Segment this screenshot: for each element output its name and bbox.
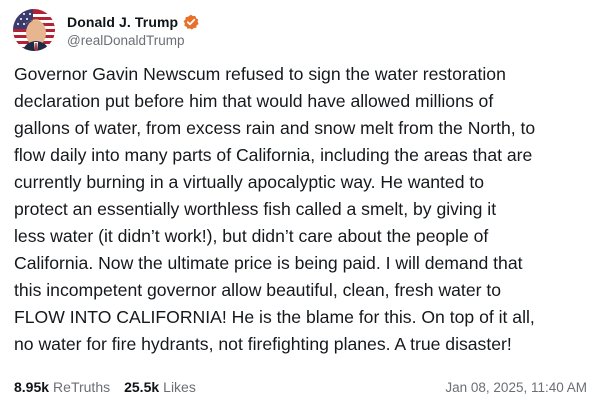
avatar-image [13,9,55,51]
post-body-line: California. Now the ultimate price is be… [14,253,523,273]
likes-stat[interactable]: 25.5k Likes [124,379,196,395]
post-body-line: Governor Gavin Newscum refused to sign t… [14,64,506,84]
author-names: Donald J. Trump @realDonaldTrump [67,12,199,48]
author-handle[interactable]: @realDonaldTrump [67,33,199,48]
post-timestamp[interactable]: Jan 08, 2025, 11:40 AM [445,380,587,395]
avatar[interactable] [13,9,55,51]
post-body-line: this incompetent governor allow beautifu… [14,280,502,300]
post-body-line: protect an essentially worthless fish ca… [14,199,497,219]
likes-label: Likes [163,379,196,395]
post-body-line: FLOW INTO CALIFORNIA! He is the blame fo… [14,307,535,327]
verified-badge-icon [183,14,199,30]
display-name-row: Donald J. Trump [67,12,199,32]
post-body: Governor Gavin Newscum refused to sign t… [14,61,592,358]
author-display-name[interactable]: Donald J. Trump [67,14,178,30]
post-footer: 8.95k ReTruths 25.5k Likes Jan 08, 2025,… [14,377,587,397]
post-body-line: gallons of water, from excess rain and s… [14,118,536,138]
likes-count: 25.5k [124,379,160,395]
retruths-stat[interactable]: 8.95k ReTruths [14,379,110,395]
post-body-line: declaration put before him that would ha… [14,91,494,111]
retruths-count: 8.95k [14,379,50,395]
truth-post: Donald J. Trump @realDonaldTrump Governo… [0,0,601,413]
retruths-label: ReTruths [53,379,111,395]
post-header: Donald J. Trump @realDonaldTrump [13,8,199,52]
post-body-line: currently burning in a virtually apocaly… [14,172,485,192]
post-body-line: less water (it didn’t work!), but didn’t… [14,226,489,246]
post-body-line: flow daily into many parts of California… [14,145,533,165]
post-body-line: no water for fire hydrants, not firefigh… [14,334,512,354]
